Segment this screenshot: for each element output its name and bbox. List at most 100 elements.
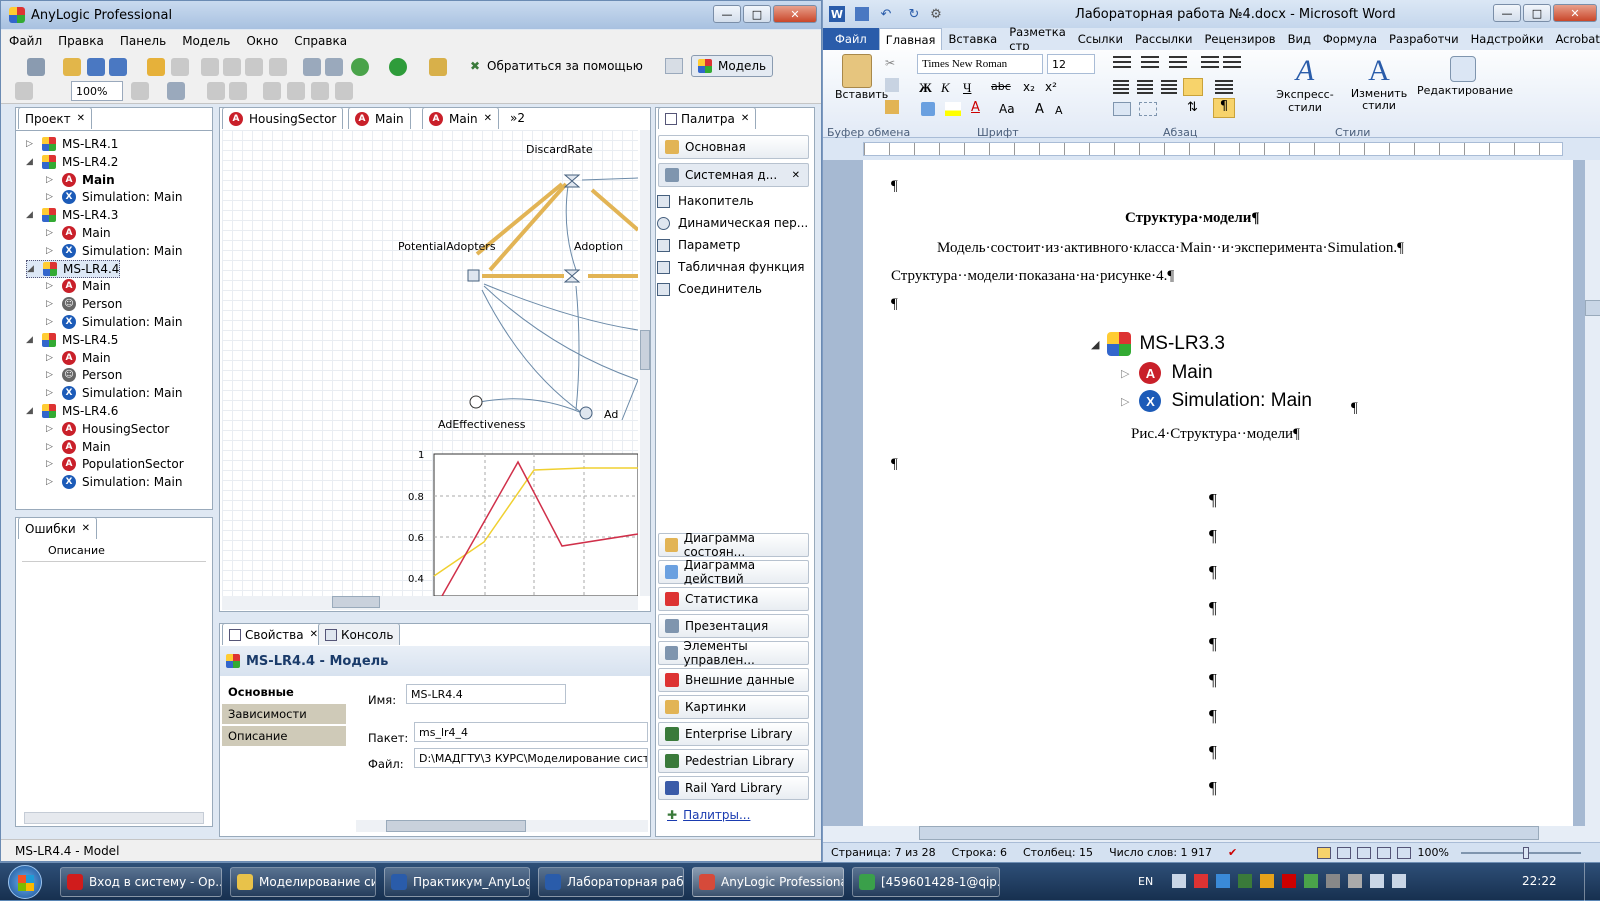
expanded-triangle-icon[interactable]: ◢	[26, 335, 36, 345]
paste-icon[interactable]	[245, 58, 263, 76]
debug-icon[interactable]	[351, 58, 369, 76]
palette-section-button[interactable]: Внешние данные	[658, 668, 809, 692]
paste-button[interactable]: Вставить	[835, 54, 888, 118]
delete-icon[interactable]	[269, 58, 287, 76]
snap-icon[interactable]	[229, 82, 247, 100]
volume-icon[interactable]	[1392, 874, 1406, 888]
palettes-link[interactable]: ✚ Палитры...	[667, 808, 750, 822]
palette-sysdyn-button[interactable]: Системная д... ✕	[658, 163, 809, 187]
word-tab[interactable]: Надстройки	[1465, 28, 1550, 50]
text-effects-icon[interactable]	[921, 102, 935, 116]
redo-icon[interactable]	[171, 58, 189, 76]
diagram-canvas[interactable]: DiscardRate PotentialAdopters Adoption A…	[222, 130, 638, 596]
palette-section-button[interactable]: Rail Yard Library	[658, 776, 809, 800]
shading-icon[interactable]	[1113, 102, 1131, 116]
palette-section-button[interactable]: Pedestrian Library	[658, 749, 809, 773]
document-page[interactable]: ¶ Структура·модели¶ Модель·состоит·из·ак…	[863, 160, 1573, 826]
tree-item[interactable]: ◢ MS-LR4.3	[26, 206, 118, 224]
tree-item[interactable]: ▷ ☺ Person	[46, 295, 122, 313]
word-maximize-button[interactable]: □	[1523, 4, 1551, 22]
palette-section-button[interactable]: Элементы управлен...	[658, 639, 809, 667]
show-formatting-button[interactable]: ¶	[1213, 98, 1235, 118]
increase-indent-icon[interactable]	[1223, 56, 1241, 70]
collapsed-triangle-icon[interactable]: ▷	[46, 299, 56, 309]
word-tab[interactable]: Файл	[823, 28, 879, 50]
collapsed-triangle-icon[interactable]: ▷	[46, 228, 56, 238]
zoom-slider-thumb[interactable]	[1523, 847, 1529, 859]
subscript-button[interactable]: x₂	[1023, 80, 1035, 94]
zoom-select[interactable]: 100%	[71, 81, 123, 101]
line-spacing-icon[interactable]	[1215, 80, 1233, 94]
palette-section-button[interactable]: Диаграмма действий	[658, 558, 809, 586]
tree-item[interactable]: ▷ X Simulation: Main	[46, 473, 182, 491]
tree-item[interactable]: ▷ A Main	[46, 438, 111, 456]
collapsed-triangle-icon[interactable]: ▷	[46, 246, 56, 256]
errors-column-header[interactable]: Описание	[22, 544, 206, 562]
copy-icon[interactable]	[223, 58, 241, 76]
palette-item[interactable]: Соединитель	[657, 279, 762, 299]
font-name-select[interactable]: Times New Roman	[917, 54, 1043, 74]
cut-icon[interactable]	[201, 58, 219, 76]
taskbar-item[interactable]: AnyLogic Professional	[692, 867, 844, 897]
tray-icon-3[interactable]	[1216, 874, 1230, 888]
align-right-icon[interactable]	[1161, 80, 1177, 94]
expanded-triangle-icon[interactable]: ◢	[26, 157, 36, 167]
format-painter-icon[interactable]	[885, 100, 899, 114]
group-icon[interactable]	[263, 82, 281, 100]
redo-icon[interactable]: ↻	[907, 7, 921, 22]
palette-section-button[interactable]: Enterprise Library	[658, 722, 809, 746]
maximize-button[interactable]: □	[743, 5, 771, 23]
palette-item[interactable]: Накопитель	[657, 191, 754, 211]
underline-button[interactable]: Ч	[963, 80, 971, 96]
tree-item[interactable]: ▷ X Simulation: Main	[46, 384, 182, 402]
tree-item[interactable]: ▷ X Simulation: Main	[46, 242, 182, 260]
bold-button[interactable]: Ж	[919, 80, 932, 96]
borders-icon[interactable]	[1139, 102, 1157, 116]
build-icon[interactable]	[303, 58, 321, 76]
pin-icon[interactable]	[167, 82, 185, 100]
taskbar-item[interactable]: Практикум_AnyLogi...	[384, 867, 530, 897]
tray-icon-8[interactable]	[1326, 874, 1340, 888]
status-word-count[interactable]: Число слов: 1 917	[1109, 846, 1212, 859]
taskbar-item[interactable]: Вход в систему - Op...	[60, 867, 222, 897]
aux-ad[interactable]	[579, 406, 593, 420]
show-desktop-button[interactable]	[1584, 863, 1600, 901]
outline-icon[interactable]	[1377, 846, 1391, 859]
palette-tab[interactable]: Палитра ✕	[658, 107, 757, 129]
project-tab[interactable]: Проект ✕	[18, 107, 92, 129]
palette-item[interactable]: Динамическая пер...	[657, 213, 808, 233]
tools-icon[interactable]	[429, 58, 447, 76]
tab-properties[interactable]: Свойства ✕	[222, 623, 325, 645]
tray-icon-9[interactable]	[1348, 874, 1362, 888]
print-layout-icon[interactable]	[1317, 846, 1331, 859]
start-button[interactable]	[8, 865, 42, 899]
close-icon[interactable]: ✕	[77, 113, 85, 124]
grid-icon[interactable]	[207, 82, 225, 100]
tree-item[interactable]: ◢ MS-LR4.5	[26, 331, 118, 349]
word-tab[interactable]: Acrobat	[1549, 28, 1600, 50]
tree-item[interactable]: ▷ MS-LR4.1	[26, 135, 118, 153]
collapsed-triangle-icon[interactable]: ▷	[46, 353, 56, 363]
word-tab[interactable]: Рецензиров	[1198, 28, 1281, 50]
errors-tab[interactable]: Ошибки ✕	[18, 517, 98, 539]
language-indicator[interactable]: EN	[1138, 875, 1153, 888]
name-field[interactable]	[406, 684, 566, 704]
taskbar-item[interactable]: Моделирование си...	[230, 867, 376, 897]
strikethrough-button[interactable]: abc	[991, 80, 1011, 93]
perspective-icon[interactable]	[665, 58, 683, 74]
tab-main-2[interactable]: A Main ✕	[422, 107, 500, 129]
undo-icon[interactable]: ↶	[879, 7, 893, 22]
cut-icon[interactable]: ✂	[885, 56, 899, 70]
tray-icon-5[interactable]	[1260, 874, 1274, 888]
stock-potential-adopters[interactable]	[467, 269, 480, 282]
web-layout-icon[interactable]	[1357, 846, 1371, 859]
collapsed-triangle-icon[interactable]: ▷	[46, 175, 56, 185]
open-icon[interactable]	[63, 58, 81, 76]
param-adeffectiveness[interactable]	[469, 395, 483, 409]
section-dependencies[interactable]: Зависимости	[222, 704, 346, 724]
highlight-icon[interactable]	[945, 102, 961, 116]
font-color-button[interactable]: A	[971, 100, 980, 115]
print-preview-icon[interactable]: ⚙	[929, 7, 943, 22]
front-icon[interactable]	[311, 82, 329, 100]
tree-item[interactable]: ▷ X Simulation: Main	[46, 188, 182, 206]
